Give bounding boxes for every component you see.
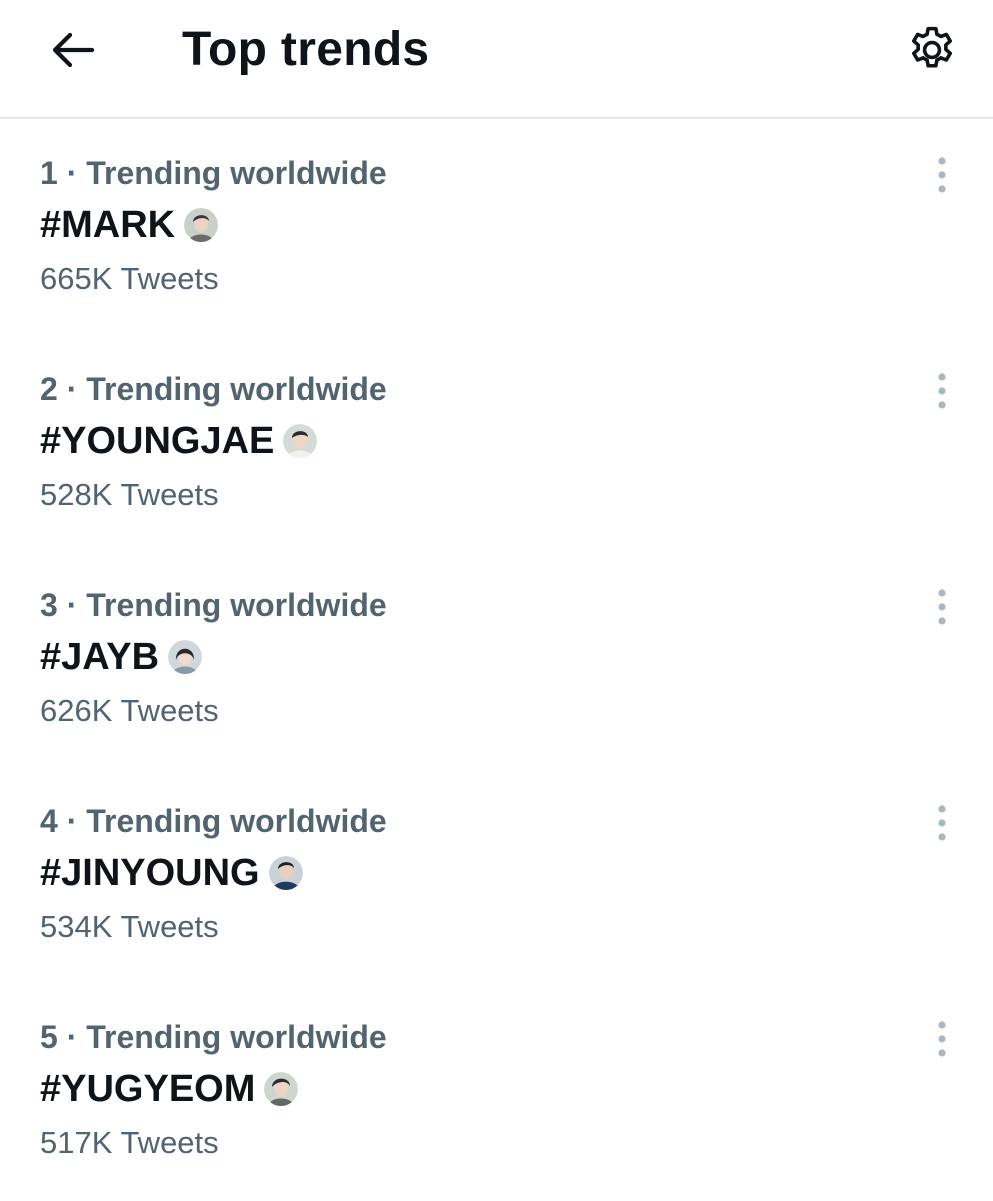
arrow-left-icon bbox=[52, 32, 94, 68]
more-options-button[interactable] bbox=[924, 365, 960, 417]
gear-icon bbox=[911, 26, 953, 68]
more-options-button[interactable] bbox=[924, 1013, 960, 1065]
portrait-emoji-icon bbox=[268, 856, 303, 890]
trend-title-row: #JINYOUNG bbox=[40, 851, 303, 895]
more-options-button[interactable] bbox=[924, 149, 960, 201]
trend-tweet-count: 534K Tweets bbox=[40, 909, 219, 944]
portrait-emoji-icon bbox=[168, 640, 203, 674]
trend-hashtag: #YOUNGJAE bbox=[40, 420, 275, 462]
more-vertical-icon bbox=[938, 589, 946, 625]
trend-title-row: #YOUNGJAE bbox=[40, 419, 318, 463]
trend-rank-label: 5 · Trending worldwide bbox=[40, 1019, 387, 1055]
trend-hashtag: #JAYB bbox=[40, 636, 160, 678]
trend-rank-label: 3 · Trending worldwide bbox=[40, 587, 387, 623]
top-bar: Top trends bbox=[0, 0, 993, 119]
trend-hashtag: #JINYOUNG bbox=[40, 852, 260, 894]
trend-hashtag: #MARK bbox=[40, 204, 176, 246]
trend-tweet-count: 626K Tweets bbox=[40, 693, 219, 728]
trend-title-row: #MARK bbox=[40, 203, 219, 247]
trend-tweet-count: 528K Tweets bbox=[40, 477, 219, 512]
trend-title-row: #JAYB bbox=[40, 635, 203, 679]
portrait-emoji-icon bbox=[264, 1072, 299, 1106]
settings-button[interactable] bbox=[902, 20, 962, 80]
trend-title-row: #YUGYEOM bbox=[40, 1067, 299, 1111]
trend-tweet-count: 517K Tweets bbox=[40, 1125, 219, 1160]
trend-item[interactable]: 2 · Trending worldwide #YOUNGJAE 528K Tw… bbox=[0, 337, 993, 553]
more-vertical-icon bbox=[938, 373, 946, 409]
page-title: Top trends bbox=[182, 23, 430, 76]
portrait-emoji-icon bbox=[184, 208, 219, 242]
trend-item[interactable]: 5 · Trending worldwide #YUGYEOM 517K Twe… bbox=[0, 985, 993, 1201]
trend-hashtag: #YUGYEOM bbox=[40, 1068, 256, 1110]
more-vertical-icon bbox=[938, 1021, 946, 1057]
trend-item[interactable]: 3 · Trending worldwide #JAYB 626K Tweets bbox=[0, 553, 993, 769]
trend-rank-label: 1 · Trending worldwide bbox=[40, 155, 387, 191]
more-vertical-icon bbox=[938, 157, 946, 193]
trend-rank-label: 4 · Trending worldwide bbox=[40, 803, 387, 839]
trend-item[interactable]: 1 · Trending worldwide #MARK 665K Tweets bbox=[0, 121, 993, 337]
trend-rank-label: 2 · Trending worldwide bbox=[40, 371, 387, 407]
more-options-button[interactable] bbox=[924, 581, 960, 633]
trend-item[interactable]: 4 · Trending worldwide #JINYOUNG 534K Tw… bbox=[0, 769, 993, 985]
back-button[interactable] bbox=[44, 22, 100, 78]
portrait-emoji-icon bbox=[283, 424, 318, 458]
more-vertical-icon bbox=[938, 805, 946, 841]
trend-tweet-count: 665K Tweets bbox=[40, 261, 219, 296]
more-options-button[interactable] bbox=[924, 797, 960, 849]
